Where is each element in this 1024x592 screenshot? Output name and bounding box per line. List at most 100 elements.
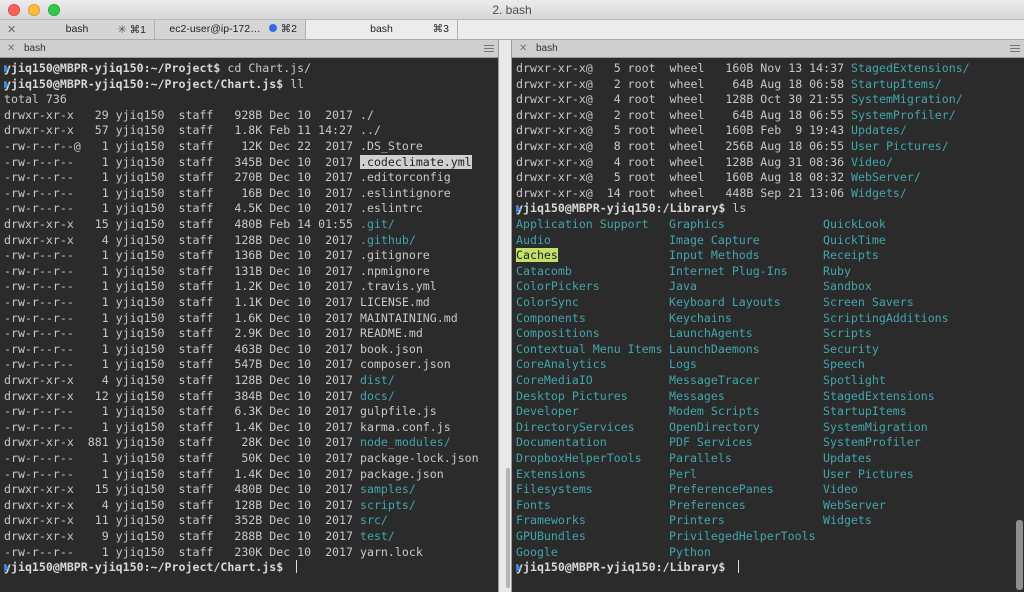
- directory-name: StagedExtensions: [823, 388, 935, 403]
- prompt-line: yjiq150@MBPR-yjiq150:~/Project$ cd Chart…: [4, 61, 311, 77]
- ls-entry: Extensions: [516, 467, 586, 483]
- listing-row: drwxr-xr-x 12 yjiq150 staff 384B Dec 10 …: [4, 389, 395, 405]
- text-cursor[interactable]: [296, 560, 298, 574]
- file-name: .eslintignore: [359, 185, 451, 200]
- file-meta: drwxr-xr-x 15 yjiq150 staff 480B Dec 10 …: [4, 482, 360, 497]
- directory-name: Documentation: [516, 435, 607, 450]
- file-meta: drwxr-xr-x 15 yjiq150 staff 480B Feb 14 …: [4, 217, 360, 231]
- file-meta: -rw-r--r-- 1 yjiq150 staff 136B Dec 10 2…: [4, 248, 360, 263]
- file-meta: drwxr-xr-x 4 yjiq150 staff 128B Dec 10 2…: [4, 497, 360, 512]
- file-meta: drwxr-xr-x 11 yjiq150 staff 352B Dec 10 …: [4, 513, 360, 528]
- ls-entry: Input Methods: [669, 248, 760, 264]
- listing-row: -rw-r--r-- 1 yjiq150 staff 1.1K Dec 10 2…: [4, 295, 430, 311]
- directory-name: MessageTracer: [669, 373, 760, 387]
- left-scroll-thumb[interactable]: [506, 468, 510, 588]
- ls-entry: ColorPickers: [516, 279, 600, 295]
- directory-name: Input Methods: [669, 248, 760, 263]
- ls-entry: CoreAnalytics: [516, 357, 607, 373]
- directory-name: Keychains: [669, 310, 732, 325]
- listing-row: -rw-r--r-- 1 yjiq150 staff 1.4K Dec 10 2…: [4, 467, 444, 483]
- file-name: .git/: [359, 217, 395, 231]
- ls-entry: Audio: [516, 233, 551, 249]
- file-meta: drwxr-xr-x 57 yjiq150 staff 1.8K Feb 11 …: [4, 123, 360, 138]
- listing-row: -rw-r--r-- 1 yjiq150 staff 547B Dec 10 2…: [4, 357, 451, 373]
- directory-name: Speech: [823, 357, 865, 372]
- listing-row: -rw-r--r-- 1 yjiq150 staff 1.4K Dec 10 2…: [4, 420, 451, 436]
- right-pane-title: bash: [536, 43, 558, 54]
- directory-name: Spotlight: [823, 373, 886, 387]
- ls-entry: StartupItems: [823, 404, 907, 420]
- file-meta: -rw-r--r-- 1 yjiq150 staff 131B Dec 10 2…: [4, 263, 360, 278]
- ls-entry: LaunchAgents: [669, 326, 753, 342]
- command-text: cd Chart.js/: [227, 61, 312, 75]
- ls-entry: Application Support: [516, 217, 649, 233]
- prompt-host: yjiq150@MBPR-yjiq150: [4, 76, 144, 91]
- right-terminal-output: drwxr-xr-x@ 5 root wheel 160B Nov 13 14:…: [512, 60, 1024, 592]
- ls-entry: Perl: [669, 467, 697, 483]
- tab-2[interactable]: ec2-user@ip-172… ⌘2: [155, 20, 306, 39]
- directory-name: Security: [823, 341, 879, 356]
- file-name: ../: [359, 123, 381, 138]
- tab-3[interactable]: bash ⌘3: [306, 20, 458, 39]
- ls-entry: Internet Plug-Ins: [669, 264, 788, 280]
- listing-row: -rw-r--r-- 1 yjiq150 staff 1.2K Dec 10 2…: [4, 279, 437, 295]
- ls-entry: Video: [823, 482, 858, 498]
- directory-name: Keyboard Layouts: [669, 295, 781, 309]
- file-meta: -rw-r--r-- 1 yjiq150 staff 1.4K Dec 10 2…: [4, 419, 360, 434]
- file-name: .travis.yml: [359, 279, 437, 294]
- directory-name: PreferencePanes: [669, 482, 774, 497]
- ls-entry: Components: [516, 311, 586, 327]
- ls-entry: WebServer: [823, 498, 886, 514]
- ls-entry: Parallels: [669, 451, 732, 467]
- file-name: ./: [359, 107, 374, 122]
- ls-entry: Logs: [669, 357, 697, 373]
- file-meta: -rw-r--r-- 1 yjiq150 staff 6.3K Dec 10 2…: [4, 404, 360, 419]
- listing-row: -rw-r--r-- 1 yjiq150 staff 136B Dec 10 2…: [4, 248, 430, 264]
- pane-close-icon[interactable]: ✕: [519, 43, 527, 54]
- left-terminal-pane[interactable]: ✕ bash yjiq150@MBPR-yjiq150:~/Project$ c…: [0, 40, 498, 592]
- listing-row: drwxr-xr-x 15 yjiq150 staff 480B Feb 14 …: [4, 217, 395, 233]
- file-meta: -rw-r--r-- 1 yjiq150 staff 547B Dec 10 2…: [4, 357, 360, 372]
- prompt-path: :~/Project/Chart.js$: [143, 76, 291, 91]
- file-meta: drwxr-xr-x@ 2 root wheel 64B Aug 18 06:5…: [516, 76, 852, 91]
- file-meta: -rw-r--r-- 1 yjiq150 staff 4.5K Dec 10 2…: [4, 201, 360, 216]
- prompt-line: yjiq150@MBPR-yjiq150:~/Project/Chart.js$: [4, 560, 298, 576]
- prompt-arrow-icon: [4, 80, 9, 89]
- ls-entry: Ruby: [823, 264, 851, 280]
- menu-icon[interactable]: [1010, 45, 1020, 54]
- prompt-path: :/Library$: [655, 560, 733, 575]
- listing-row: drwxr-xr-x 15 yjiq150 staff 480B Dec 10 …: [4, 482, 416, 498]
- prompt-arrow-icon: [4, 65, 9, 73]
- ls-entry: Messages: [669, 389, 725, 405]
- listing-row: drwxr-xr-x 9 yjiq150 staff 288B Dec 10 2…: [4, 529, 395, 545]
- file-meta: drwxr-xr-x@ 14 root wheel 448B Sep 21 13…: [516, 185, 852, 200]
- directory-name: CoreAnalytics: [516, 357, 607, 372]
- file-name: Updates/: [851, 123, 907, 138]
- output-line: total 736: [4, 92, 67, 107]
- directory-name: Compositions: [516, 326, 600, 341]
- file-meta: -rw-r--r-- 1 yjiq150 staff 1.6K Dec 10 2…: [4, 310, 360, 325]
- directory-name: Ruby: [823, 263, 851, 278]
- listing-row: drwxr-xr-x 881 yjiq150 staff 28K Dec 10 …: [4, 435, 451, 451]
- file-name: samples/: [359, 482, 416, 497]
- file-name: .github/: [359, 232, 416, 247]
- right-terminal-pane[interactable]: ✕ bash drwxr-xr-x@ 5 root wheel 160B Nov…: [512, 40, 1024, 592]
- left-terminal-output: yjiq150@MBPR-yjiq150:~/Project$ cd Chart…: [0, 60, 498, 592]
- right-scroll-thumb[interactable]: [1016, 520, 1023, 590]
- listing-row: drwxr-xr-x@ 2 root wheel 64B Aug 18 06:5…: [516, 77, 942, 93]
- ls-entry: DropboxHelperTools: [516, 451, 642, 467]
- directory-name: OpenDirectory: [669, 419, 760, 434]
- listing-row: -rw-r--r-- 1 yjiq150 staff 2.9K Dec 10 2…: [4, 326, 423, 342]
- file-meta: drwxr-xr-x@ 8 root wheel 256B Aug 18 06:…: [516, 139, 852, 153]
- text-cursor[interactable]: [738, 560, 740, 574]
- file-meta: drwxr-xr-x 881 yjiq150 staff 28K Dec 10 …: [4, 435, 360, 450]
- pane-close-icon[interactable]: ✕: [7, 43, 15, 54]
- directory-name: SystemProfiler: [823, 435, 921, 450]
- file-name: scripts/: [359, 497, 416, 512]
- menu-icon[interactable]: [484, 45, 494, 54]
- listing-row: drwxr-xr-x 57 yjiq150 staff 1.8K Feb 11 …: [4, 123, 381, 139]
- ls-entry: LaunchDaemons: [669, 342, 760, 358]
- directory-name: Extensions: [516, 466, 586, 481]
- ls-entry: Google: [516, 545, 558, 561]
- directory-name: Widgets: [823, 513, 872, 528]
